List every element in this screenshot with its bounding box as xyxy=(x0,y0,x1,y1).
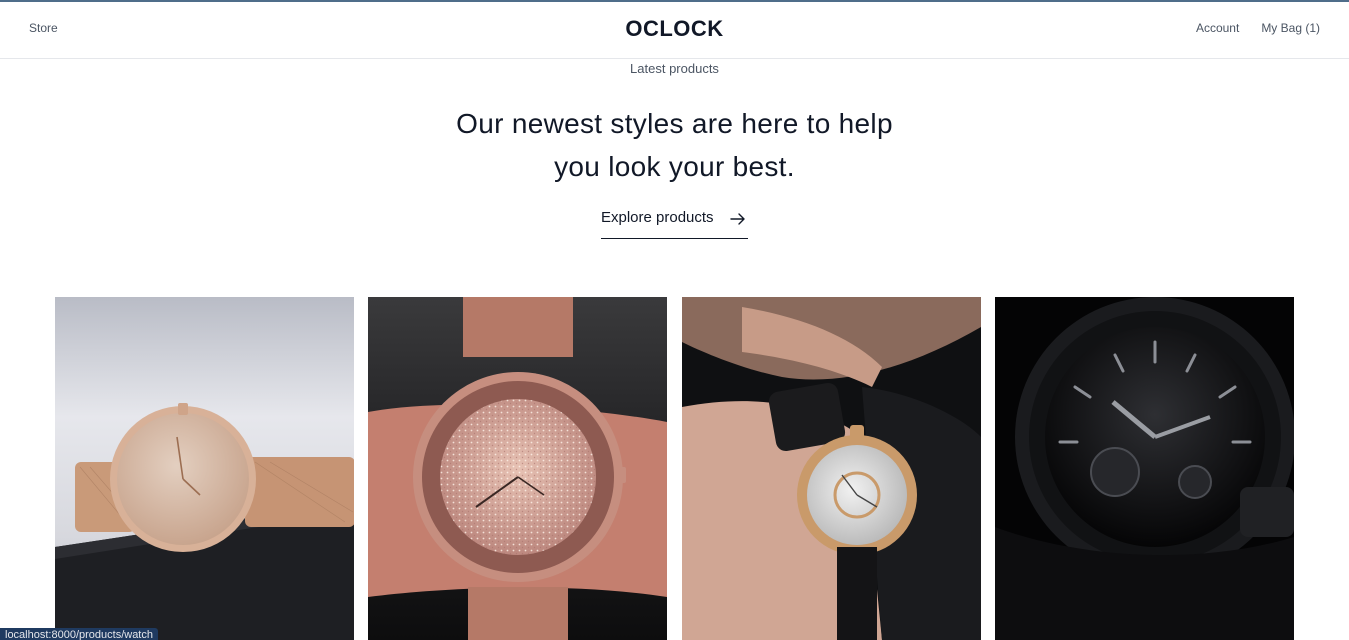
product-image-rose-gold-mesh-watch xyxy=(55,297,354,640)
arrow-right-icon xyxy=(729,213,745,225)
product-image-rose-gold-glitter-watch xyxy=(368,297,667,640)
hero-headline: Our newest styles are here to help you l… xyxy=(0,102,1349,188)
hero-headline-line-2: you look your best. xyxy=(554,151,795,182)
product-image-black-skeleton-watch xyxy=(995,297,1294,640)
site-header: Store OCLOCK Account My Bag (1) xyxy=(0,2,1349,59)
product-image-gold-watch-on-wrist xyxy=(682,297,981,640)
brand-logo[interactable]: OCLOCK xyxy=(0,16,1349,42)
product-card[interactable] xyxy=(682,297,981,640)
account-link[interactable]: Account xyxy=(1196,21,1239,35)
hero-headline-line-1: Our newest styles are here to help xyxy=(456,108,893,139)
product-grid xyxy=(55,297,1294,640)
section-eyebrow: Latest products xyxy=(630,61,719,76)
explore-products-label: Explore products xyxy=(601,209,714,226)
header-actions: Account My Bag (1) xyxy=(1196,21,1320,35)
bag-link[interactable]: My Bag (1) xyxy=(1261,21,1320,35)
browser-status-url: localhost:8000/products/watch xyxy=(0,628,158,640)
product-card[interactable] xyxy=(368,297,667,640)
product-card[interactable] xyxy=(995,297,1294,640)
explore-products-link[interactable]: Explore products xyxy=(601,209,748,239)
product-card[interactable] xyxy=(55,297,354,640)
